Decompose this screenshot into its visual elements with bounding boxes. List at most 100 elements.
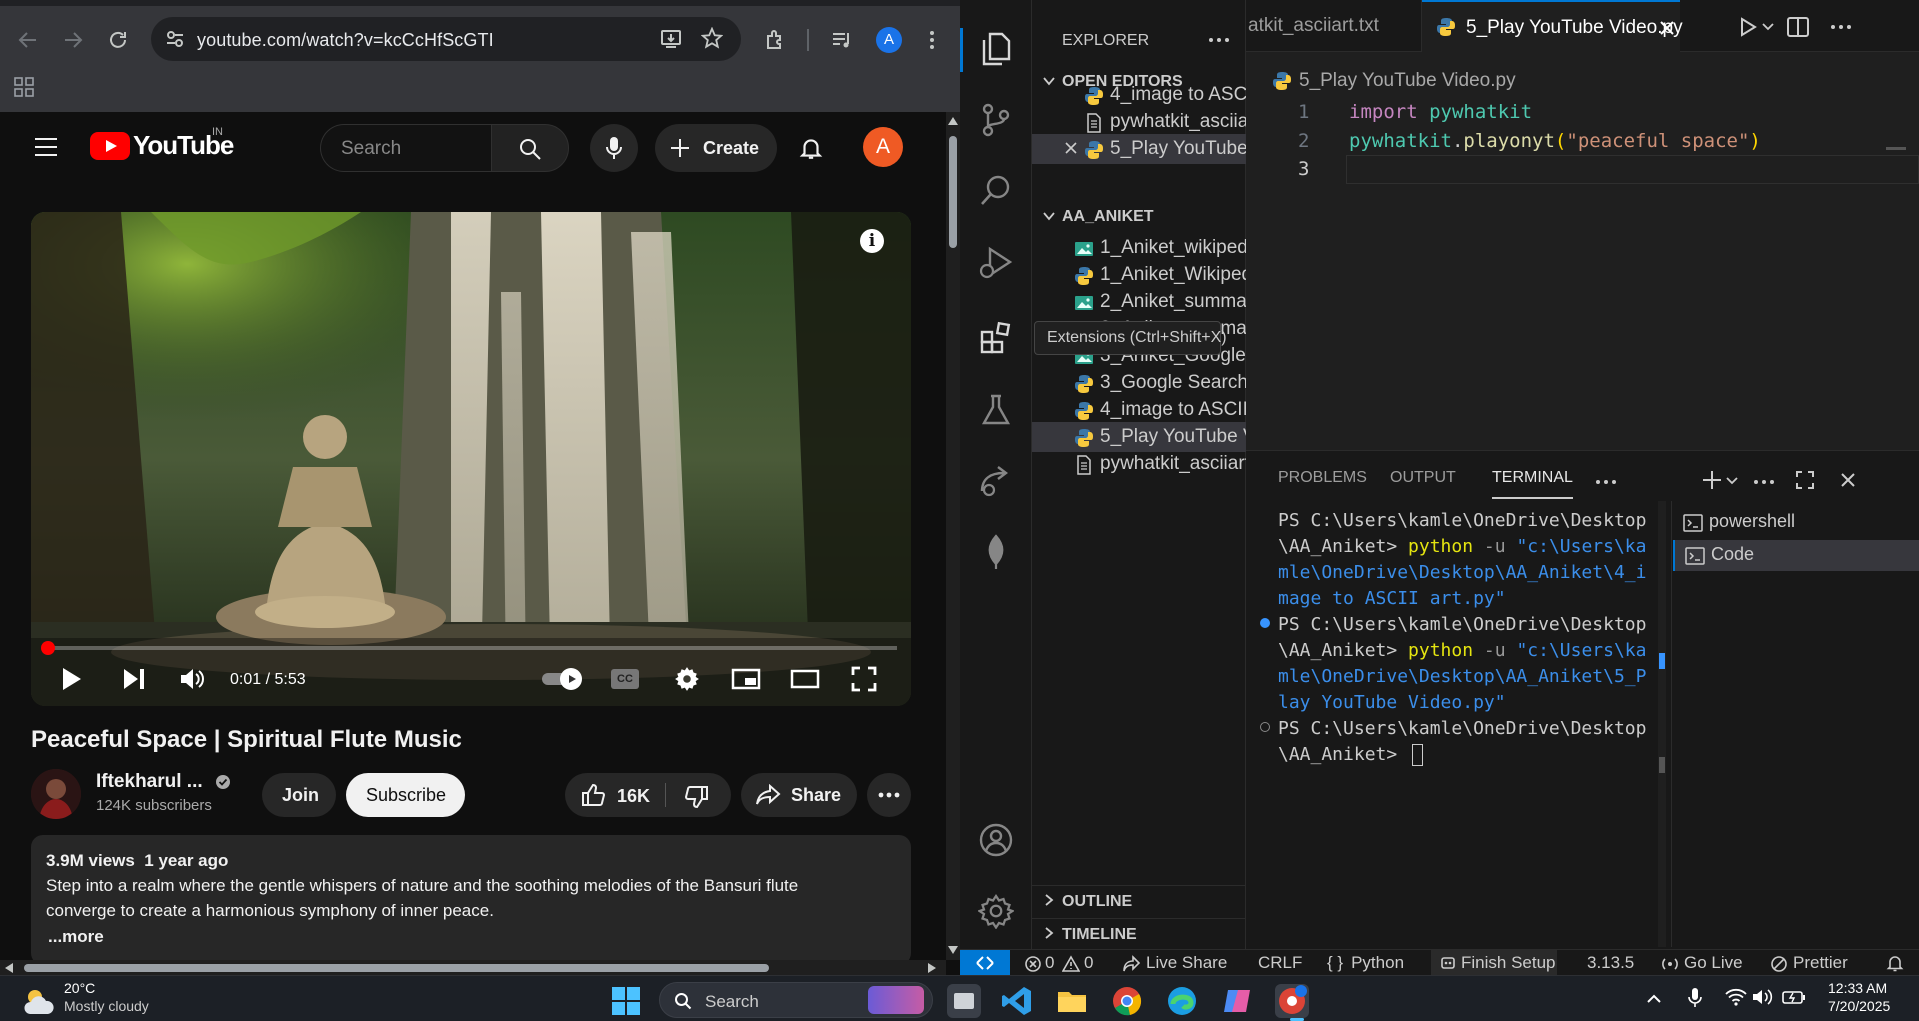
- breadcrumb[interactable]: 5_Play YouTube Video.py: [1299, 70, 1516, 92]
- extensions-icon[interactable]: [978, 320, 1014, 356]
- accounts-icon[interactable]: [978, 822, 1014, 858]
- clock-date[interactable]: 7/20/2025: [1828, 998, 1890, 1014]
- panel-tab-terminal[interactable]: TERMINAL: [1492, 469, 1573, 499]
- info-icon[interactable]: i: [860, 229, 884, 253]
- create-button[interactable]: Create: [655, 124, 777, 172]
- open-editor-item[interactable]: pywhatkit_asciia...: [1032, 107, 1246, 137]
- video-player[interactable]: i 0:01 / 5:53 CC: [31, 212, 911, 706]
- search-button[interactable]: [491, 124, 569, 172]
- user-avatar[interactable]: A: [863, 127, 903, 167]
- more-actions-button[interactable]: [867, 773, 911, 817]
- explorer-more-icon[interactable]: [1208, 30, 1230, 50]
- tab-play-youtube[interactable]: 5_Play YouTube Video.py: [1422, 0, 1683, 52]
- run-debug-icon[interactable]: [978, 244, 1014, 280]
- progress-scrubber[interactable]: [40, 641, 55, 655]
- python-version-status[interactable]: 3.13.5: [1587, 953, 1634, 973]
- file-item[interactable]: 1_Aniket_Wikiped...: [1032, 260, 1246, 290]
- outline-section[interactable]: OUTLINE: [1032, 885, 1246, 915]
- finish-setup-status[interactable]: Finish Setup: [1431, 950, 1557, 975]
- eol-status[interactable]: CRLF: [1258, 953, 1302, 973]
- forward-icon[interactable]: [61, 28, 85, 52]
- dislike-icon[interactable]: [683, 785, 709, 809]
- terminal-scrollbar[interactable]: [1658, 501, 1666, 947]
- remote-explorer-icon[interactable]: [978, 463, 1014, 499]
- file-item[interactable]: 1_Aniket_wikipedi...: [1032, 233, 1246, 263]
- open-editor-item[interactable]: 5_Play YouTube ...: [1032, 134, 1246, 164]
- channel-avatar[interactable]: [31, 769, 81, 819]
- horizontal-scrollbar[interactable]: [0, 960, 946, 975]
- windows-start-icon[interactable]: [609, 984, 643, 1018]
- file-item[interactable]: pywhatkit_asciiart...: [1032, 449, 1246, 479]
- panel-tab-output[interactable]: OUTPUT: [1390, 469, 1456, 499]
- weather-cloud-icon[interactable]: [22, 986, 56, 1016]
- copilot-taskbar-icon[interactable]: [1220, 984, 1254, 1018]
- code-editor[interactable]: 5_Play YouTube Video.py 1 import pywhatk…: [1246, 52, 1919, 450]
- wifi-icon[interactable]: [1725, 988, 1747, 1006]
- share-button[interactable]: Share: [741, 773, 857, 817]
- miniplayer-icon[interactable]: [731, 668, 761, 690]
- explorer-icon[interactable]: [978, 30, 1014, 66]
- close-editor-icon[interactable]: [1064, 141, 1078, 155]
- edge-taskbar-icon[interactable]: [1165, 984, 1199, 1018]
- language-status[interactable]: { } Python: [1327, 953, 1404, 973]
- show-hidden-icons-icon[interactable]: [1646, 992, 1662, 1004]
- file-item[interactable]: 5_Play YouTube V...: [1032, 422, 1246, 452]
- vscode-taskbar-icon[interactable]: [1000, 984, 1034, 1018]
- settings-gear-icon[interactable]: [674, 666, 700, 692]
- microphone-icon[interactable]: [1687, 987, 1703, 1009]
- code-line-2[interactable]: pywhatkit.playonyt("peaceful space"): [1349, 130, 1761, 152]
- terminal-instance[interactable]: Code: [1673, 540, 1919, 571]
- progress-bar[interactable]: [40, 641, 897, 655]
- new-terminal-icon[interactable]: [1701, 469, 1723, 491]
- horizontal-scrollbar-thumb[interactable]: [24, 964, 769, 972]
- weather-condition[interactable]: Mostly cloudy: [64, 998, 149, 1014]
- autoplay-toggle[interactable]: [542, 668, 586, 690]
- like-icon[interactable]: [581, 783, 607, 807]
- search-icon[interactable]: [978, 173, 1014, 209]
- split-editor-icon[interactable]: [1787, 17, 1809, 37]
- maximize-panel-icon[interactable]: [1795, 470, 1815, 490]
- volume-icon[interactable]: [1752, 988, 1774, 1006]
- fullscreen-icon[interactable]: [851, 666, 877, 692]
- next-video-icon[interactable]: [122, 667, 146, 691]
- taskbar-search-box[interactable]: Search: [659, 982, 933, 1018]
- run-python-file-icon[interactable]: [1738, 17, 1758, 37]
- file-explorer-icon[interactable]: [1055, 984, 1089, 1018]
- notifications-bell-icon[interactable]: [1886, 954, 1904, 972]
- terminal-dropdown-icon[interactable]: [1726, 476, 1738, 486]
- code-line-1[interactable]: import pywhatkit: [1349, 101, 1532, 123]
- apps-grid-icon[interactable]: [14, 77, 34, 97]
- testing-flask-icon[interactable]: [978, 392, 1014, 428]
- task-view-icon[interactable]: [947, 984, 981, 1018]
- file-item[interactable]: 4_image to ASCII ...: [1032, 395, 1246, 425]
- command-success-dot-icon[interactable]: [1260, 618, 1270, 628]
- source-control-icon[interactable]: [978, 102, 1014, 138]
- subscribe-button[interactable]: Subscribe: [346, 773, 465, 817]
- file-item[interactable]: 2_Aniket_summar...: [1032, 287, 1246, 317]
- chrome-menu-icon[interactable]: [924, 28, 940, 52]
- media-controls-icon[interactable]: [830, 28, 854, 52]
- chrome-taskbar-icon[interactable]: [1110, 984, 1144, 1018]
- clock-time[interactable]: 12:33 AM: [1828, 980, 1887, 996]
- address-bar[interactable]: youtube.com/watch?v=kcCcHfScGTI: [151, 17, 741, 61]
- remote-indicator[interactable]: [960, 950, 1010, 975]
- close-panel-icon[interactable]: [1840, 472, 1856, 488]
- join-button[interactable]: Join: [262, 773, 336, 817]
- youtube-logo-icon[interactable]: [90, 132, 130, 160]
- open-editor-item[interactable]: 4_image to ASCI...: [1032, 80, 1246, 110]
- profile-avatar[interactable]: A: [876, 27, 902, 53]
- reload-icon[interactable]: [106, 28, 130, 52]
- panel-more-icon[interactable]: [1753, 472, 1775, 492]
- terminal-instance[interactable]: powershell: [1673, 507, 1919, 538]
- editor-more-icon[interactable]: [1830, 17, 1852, 37]
- manage-gear-icon[interactable]: [978, 893, 1014, 929]
- notifications-bell-icon[interactable]: [798, 135, 824, 161]
- extensions-icon[interactable]: [764, 28, 788, 52]
- volume-icon[interactable]: [179, 667, 205, 691]
- page-scrollbar[interactable]: [946, 112, 960, 960]
- weather-temperature[interactable]: 20°C: [64, 980, 95, 996]
- panel-tabs-more-icon[interactable]: [1595, 472, 1617, 492]
- mongodb-leaf-icon[interactable]: [978, 534, 1014, 570]
- hamburger-menu-icon[interactable]: [34, 137, 58, 157]
- channel-name[interactable]: Iftekharul ...: [96, 771, 203, 793]
